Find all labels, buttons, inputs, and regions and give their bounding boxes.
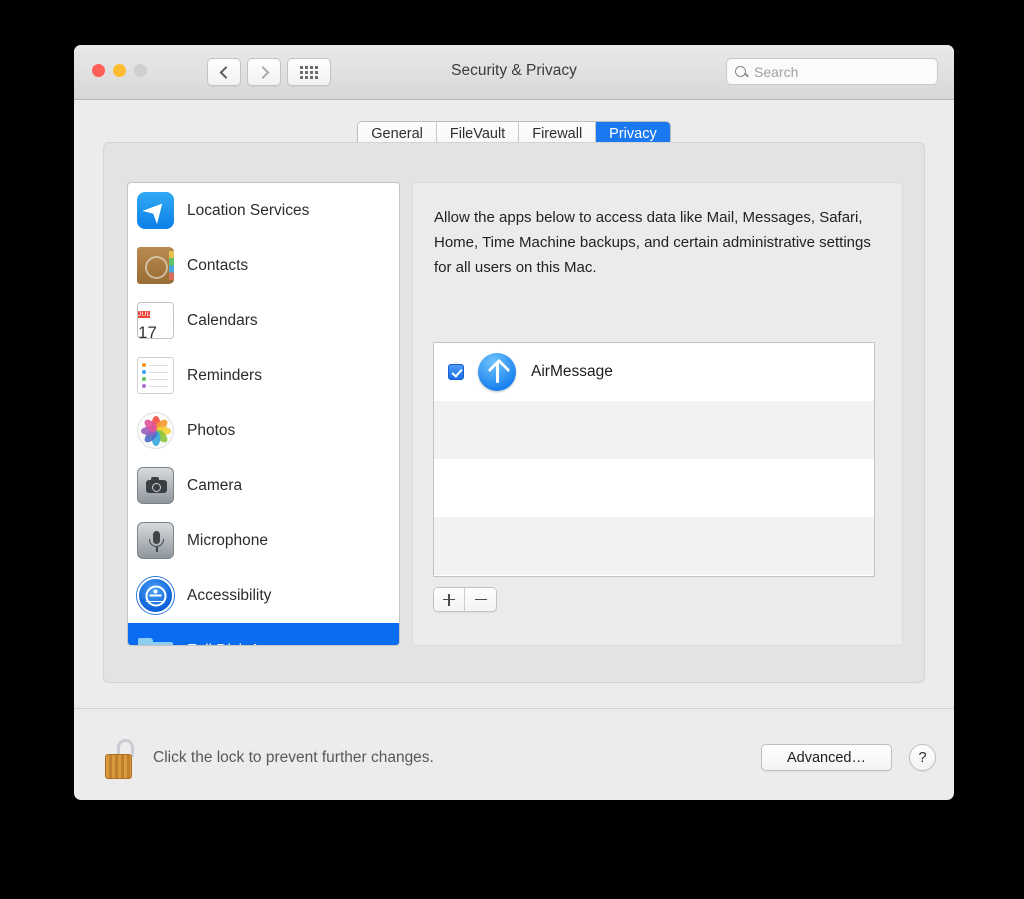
airmessage-icon [478, 353, 516, 391]
minus-icon [475, 599, 487, 601]
sidebar-item-label: Contacts [187, 257, 248, 275]
sidebar-item-label: Microphone [187, 532, 268, 550]
sidebar-item-label: Photos [187, 422, 235, 440]
sidebar-item-label: Calendars [187, 312, 258, 330]
location-services-icon [137, 192, 174, 229]
add-remove-segmented-control [433, 587, 497, 612]
footer-divider [74, 708, 954, 709]
plus-icon [443, 594, 455, 606]
table-row[interactable] [434, 575, 874, 633]
table-row[interactable] [434, 517, 874, 575]
table-row[interactable]: AirMessage [434, 343, 874, 401]
privacy-category-list[interactable]: Location Services Contacts JUL 17 Calend… [127, 182, 400, 646]
sidebar-item-camera[interactable]: Camera [128, 458, 399, 513]
sidebar-item-microphone[interactable]: Microphone [128, 513, 399, 568]
calendar-month: JUL [138, 311, 150, 318]
app-enabled-checkbox[interactable] [448, 364, 464, 380]
search-placeholder: Search [754, 64, 798, 80]
lock-hint-text: Click the lock to prevent further change… [153, 749, 434, 767]
sidebar-item-location-services[interactable]: Location Services [128, 183, 399, 238]
reminders-icon [137, 357, 174, 394]
sidebar-item-contacts[interactable]: Contacts [128, 238, 399, 293]
allowed-apps-list[interactable]: AirMessage [433, 342, 875, 577]
calendar-icon: JUL 17 [137, 302, 174, 339]
folder-icon [137, 632, 174, 646]
advanced-button[interactable]: Advanced… [761, 744, 892, 771]
help-button[interactable]: ? [909, 744, 936, 771]
search-field[interactable]: Search [726, 58, 938, 85]
accessibility-icon [137, 577, 174, 614]
table-row[interactable] [434, 459, 874, 517]
search-icon [735, 66, 746, 77]
sidebar-item-calendars[interactable]: JUL 17 Calendars [128, 293, 399, 348]
full-disk-access-detail: Allow the apps below to access data like… [412, 182, 903, 646]
sidebar-item-label: Location Services [187, 202, 309, 220]
sidebar-item-label: Reminders [187, 367, 262, 385]
microphone-icon [137, 522, 174, 559]
sidebar-item-label: Full Disk Access [187, 642, 300, 647]
sidebar-item-reminders[interactable]: Reminders [128, 348, 399, 403]
screen: Security & Privacy Search General FileVa… [0, 0, 1024, 899]
sidebar-item-full-disk-access[interactable]: Full Disk Access [128, 623, 399, 646]
photos-icon [137, 412, 174, 449]
window-titlebar: Security & Privacy Search [74, 45, 954, 100]
camera-icon [137, 467, 174, 504]
remove-app-button[interactable] [465, 588, 496, 611]
contacts-icon [137, 247, 174, 284]
sidebar-item-label: Accessibility [187, 587, 271, 605]
system-preferences-window: Security & Privacy Search General FileVa… [74, 45, 954, 800]
sidebar-item-label: Camera [187, 477, 242, 495]
panel-description: Allow the apps below to access data like… [413, 183, 902, 280]
table-row[interactable] [434, 401, 874, 459]
unlocked-padlock-icon[interactable] [104, 739, 138, 779]
sidebar-item-accessibility[interactable]: Accessibility [128, 568, 399, 623]
app-name-label: AirMessage [531, 363, 613, 381]
privacy-panel: Location Services Contacts JUL 17 Calend… [103, 142, 925, 683]
calendar-day: 17 [138, 323, 157, 339]
add-app-button[interactable] [434, 588, 465, 611]
sidebar-item-photos[interactable]: Photos [128, 403, 399, 458]
